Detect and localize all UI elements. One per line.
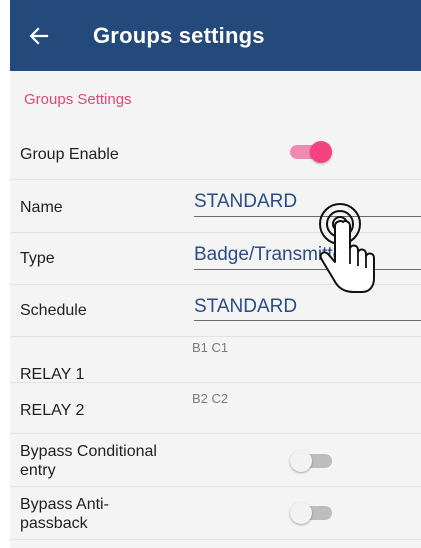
group-enable-label: Group Enable — [20, 146, 119, 163]
page-title: Groups settings — [93, 22, 265, 48]
toggle-thumb — [290, 450, 312, 472]
group-enable-toggle[interactable] — [290, 140, 334, 163]
relay2-row[interactable]: RELAY 2 B2 C2 — [10, 383, 421, 434]
section-title: Groups Settings — [24, 91, 132, 108]
relay1-value: B1 C1 — [192, 340, 229, 355]
toggle-thumb — [290, 502, 312, 524]
name-field[interactable]: STANDARD — [194, 191, 297, 213]
relay1-row[interactable]: RELAY 1 B1 C1 — [10, 337, 421, 383]
bypass-antipassback-label: Bypass Anti-passback — [20, 496, 109, 532]
bypass-antipassback-toggle[interactable] — [290, 501, 336, 524]
relay2-label: RELAY 2 — [20, 402, 85, 419]
relay2-value: B2 C2 — [192, 391, 229, 406]
name-label: Name — [20, 199, 63, 216]
bypass-conditional-row: Bypass Conditional entry — [10, 434, 421, 487]
back-button[interactable] — [29, 26, 49, 46]
schedule-field[interactable]: STANDARD — [194, 296, 297, 318]
bypass-conditional-toggle[interactable] — [290, 449, 336, 472]
bypass-conditional-label: Bypass Conditional entry — [20, 443, 157, 479]
group-enable-row: Group Enable — [10, 127, 421, 180]
toggle-thumb — [310, 141, 332, 163]
type-label: Type — [20, 250, 55, 267]
arrow-left-icon — [29, 26, 49, 45]
relay1-label: RELAY 1 — [20, 366, 85, 383]
app-bar: Groups settings — [10, 0, 421, 71]
bypass-antipassback-row: Bypass Anti-passback — [10, 487, 421, 540]
schedule-label: Schedule — [20, 302, 87, 319]
tap-hand-icon — [319, 203, 375, 293]
schedule-field-underline — [194, 320, 421, 321]
